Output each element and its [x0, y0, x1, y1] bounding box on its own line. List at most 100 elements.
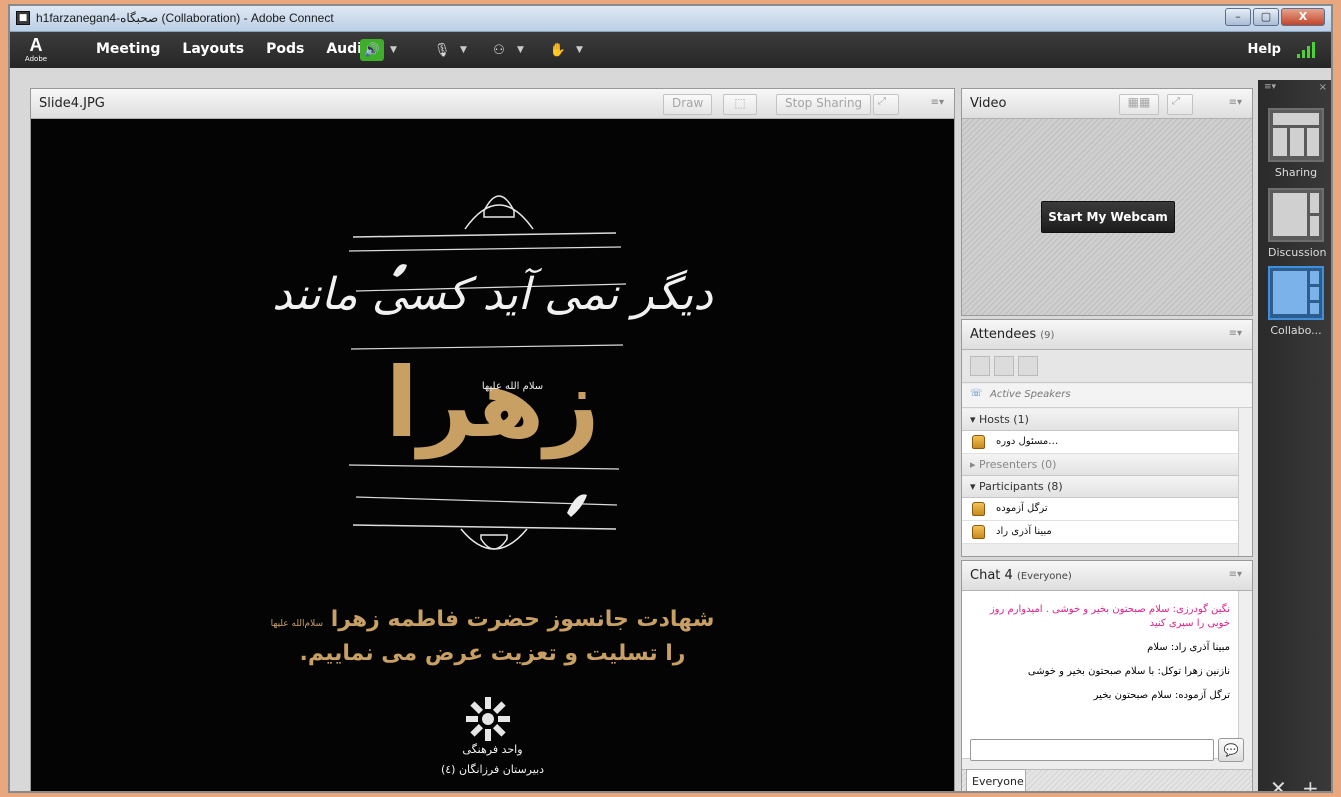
attendees-pod: Attendees (9) ≡▾ ☏ Active Speakers ▾ Hos… [961, 319, 1253, 557]
status-view-icon[interactable] [994, 356, 1014, 376]
share-pod: Slide4.JPG Draw ⬚ Stop Sharing ⤢ ≡▾ دیگر… [30, 88, 955, 791]
tools-icon[interactable]: ✕ [1270, 776, 1287, 791]
active-speakers-label: Active Speakers [990, 389, 1071, 400]
draw-button[interactable]: Draw [663, 94, 713, 115]
add-icon[interactable]: + [1302, 776, 1319, 791]
layouts-rail: ≡▾ × Sharing Discussion Collabo... ✕ + [1258, 80, 1331, 791]
chat-pod-header: Chat 4 (Everyone) ≡▾ [962, 561, 1252, 591]
poster-line-1: شهادت جانسوز حضرت فاطمه زهرا سلام‌الله ع… [31, 607, 954, 632]
layout-label: Collabo... [1270, 324, 1322, 337]
chat-message: مبینا آذری راد: سلام [1147, 642, 1230, 653]
presenters-group[interactable]: ▸ Presenters (0) [962, 454, 1238, 476]
adobe-logo: A Adobe [24, 35, 48, 65]
rail-menu-icon[interactable]: ≡▾ [1264, 82, 1276, 92]
chat-input[interactable] [970, 739, 1214, 761]
chevron-down-icon[interactable]: ▼ [576, 45, 583, 55]
maximize-button[interactable]: ▢ [1253, 8, 1279, 26]
chat-pod-title: Chat 4 (Everyone) [970, 568, 1072, 583]
main-menu: Meeting Layouts Pods Audio [96, 41, 372, 57]
attendee-name: مبینا آذری راد [996, 526, 1052, 537]
menu-pods[interactable]: Pods [266, 41, 304, 57]
pod-options-menu[interactable]: ≡▾ [931, 97, 944, 108]
video-area: Start My Webcam [962, 119, 1252, 315]
pointer-button[interactable]: ⬚ [723, 94, 757, 115]
minimize-button[interactable]: – [1225, 8, 1251, 26]
attendee-name: …مسئول دوره [996, 436, 1059, 447]
speaker-icon[interactable]: 🔊 [360, 39, 384, 61]
attendees-count: (9) [1040, 330, 1055, 341]
chevron-down-icon[interactable]: ▼ [460, 45, 467, 55]
layout-sharing[interactable]: Sharing [1268, 108, 1324, 179]
rail-close-icon[interactable]: × [1319, 82, 1327, 93]
title-bar: ■ h1farzanegan4-صحبگاه (Collaboration) -… [10, 6, 1331, 32]
list-view-icon[interactable] [970, 356, 990, 376]
layout-thumbnail [1268, 266, 1324, 320]
layout-thumbnail [1268, 108, 1324, 162]
host-avatar-icon [972, 435, 985, 449]
hosts-group[interactable]: ▾ Hosts (1) [962, 409, 1238, 431]
window-title: h1farzanegan4-صحبگاه (Collaboration) - A… [36, 11, 334, 25]
participants-group[interactable]: ▾ Participants (8) [962, 476, 1238, 498]
attendee-name: ترگل آزموده [996, 503, 1048, 514]
menu-bar: A Adobe Meeting Layouts Pods Audio 🔊 ▼ 🎙… [10, 32, 1331, 68]
layout-label: Discussion [1268, 246, 1327, 259]
chat-messages: نگین گودرزی: سلام صبحتون بخیر و خوشی . ا… [962, 591, 1238, 759]
chat-tab-everyone[interactable]: Everyone [966, 769, 1026, 791]
attendee-row[interactable]: مبینا آذری راد [962, 521, 1238, 544]
chevron-down-icon[interactable]: ▼ [390, 45, 397, 55]
chat-message: نگین گودرزی: سلام صبحتون بخیر و خوشی . ا… [989, 604, 1230, 629]
status-control[interactable]: ✋ ▼ [546, 38, 583, 62]
poster-calligraphy-line: دیگر نمی آید کسی مانند [272, 269, 715, 320]
chat-audience: (Everyone) [1016, 571, 1072, 582]
menu-meeting[interactable]: Meeting [96, 41, 160, 57]
speaker-control[interactable]: 🔊 ▼ [360, 38, 397, 62]
start-webcam-button[interactable]: Start My Webcam [1041, 201, 1175, 233]
chat-pod: Chat 4 (Everyone) ≡▾ نگین گودرزی: سلام ص… [961, 560, 1253, 791]
raise-hand-icon[interactable]: ✋ [546, 39, 570, 61]
close-button[interactable]: X [1281, 8, 1325, 26]
attendee-row[interactable]: ترگل آزموده [962, 498, 1238, 521]
hosts-label: Hosts (1) [979, 413, 1029, 426]
menu-layouts[interactable]: Layouts [182, 41, 244, 57]
adobe-logo-letter: A [29, 35, 43, 55]
speech-bubble-icon: 💬 [1223, 743, 1239, 757]
attendees-pod-header: Attendees (9) ≡▾ [962, 320, 1252, 350]
participant-avatar-icon [972, 525, 985, 539]
connection-signal-icon [1297, 42, 1317, 58]
chat-scrollbar[interactable] [1238, 591, 1252, 759]
participant-avatar-icon [972, 502, 985, 516]
chevron-down-icon[interactable]: ▼ [517, 45, 524, 55]
attendee-row[interactable]: …مسئول دوره [962, 431, 1238, 454]
breakout-view-icon[interactable] [1018, 356, 1038, 376]
webcam-control[interactable]: ⚇ ▼ [487, 38, 524, 62]
window-controls: – ▢ X [1225, 8, 1325, 26]
adobe-logo-text: Adobe [24, 55, 48, 63]
poster-line-1-text: شهادت جانسوز حضرت فاطمه زهرا [330, 607, 715, 632]
microphone-icon[interactable]: 🎙 [430, 39, 454, 61]
pod-options-menu[interactable]: ≡▾ [1229, 569, 1242, 580]
poster-calligraphy-name: زهرا [385, 347, 600, 459]
active-speakers-row: ☏ Active Speakers [962, 384, 1252, 408]
video-layout-button[interactable]: ▦▦ [1119, 94, 1159, 115]
stop-sharing-button[interactable]: Stop Sharing [776, 94, 872, 115]
poster-org-line-2: دبیرستان فرزانگان (٤) [440, 763, 545, 776]
help-menu[interactable]: Help [1248, 42, 1281, 57]
attendees-scrollbar[interactable] [1238, 408, 1252, 556]
video-fullscreen-button[interactable]: ⤢ [1167, 94, 1193, 115]
send-message-button[interactable]: 💬 [1218, 738, 1244, 762]
layout-discussion[interactable]: Discussion [1268, 188, 1327, 259]
webcam-icon[interactable]: ⚇ [487, 39, 511, 61]
video-pod: Video ▦▦ ⤢ ≡▾ Start My Webcam [961, 88, 1253, 316]
chat-message: ترگل آزموده: سلام صبحتون بخیر [1093, 690, 1230, 701]
poster-line-2: را تسلیت و تعزیت عرض می نماییم. [299, 641, 686, 666]
shared-content-stage: دیگر نمی آید کسی مانند زهرا سلام الله عل… [31, 119, 954, 791]
app-window: ■ h1farzanegan4-صحبگاه (Collaboration) -… [8, 4, 1333, 793]
layout-thumbnail [1268, 188, 1324, 242]
microphone-control[interactable]: 🎙 ▼ [430, 38, 467, 62]
fullscreen-button[interactable]: ⤢ [873, 94, 899, 115]
share-pod-header: Slide4.JPG Draw ⬚ Stop Sharing ⤢ ≡▾ [31, 89, 954, 119]
pod-options-menu[interactable]: ≡▾ [1229, 328, 1242, 339]
layout-collaboration[interactable]: Collabo... [1268, 266, 1324, 337]
poster-org-line-1: واحد فرهنگی [462, 743, 523, 756]
pod-options-menu[interactable]: ≡▾ [1229, 97, 1242, 108]
